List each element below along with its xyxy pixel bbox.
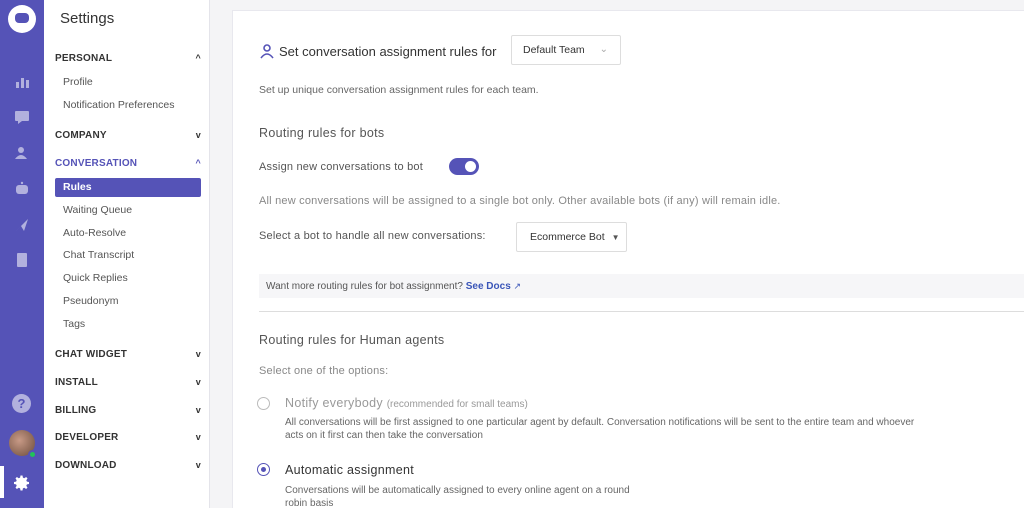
toggle-knob — [465, 161, 476, 172]
docs-icon[interactable] — [12, 250, 32, 270]
chevron-down-icon: v — [195, 405, 201, 415]
notify-everybody-desc-1: All conversations will be first assigned… — [285, 417, 915, 428]
help-icon[interactable]: ? — [12, 394, 31, 413]
sidebar-item-auto-resolve[interactable]: Auto-Resolve — [55, 224, 201, 243]
section-chat-widget[interactable]: CHAT WIDGET v — [55, 345, 201, 363]
bots-heading: Routing rules for bots — [259, 126, 385, 140]
sidebar-item-waiting-queue[interactable]: Waiting Queue — [55, 201, 201, 220]
chevron-up-icon: ^ — [195, 158, 201, 168]
section-label: CONVERSATION — [55, 157, 138, 169]
chevron-down-icon: v — [195, 460, 201, 470]
human-agents-heading: Routing rules for Human agents — [259, 333, 445, 347]
section-label: CHAT WIDGET — [55, 348, 128, 360]
docs-hint-text: Want more routing rules for bot assignme… — [266, 281, 463, 292]
automatic-assignment-desc-1: Conversations will be automatically assi… — [285, 485, 630, 496]
sidebar-item-tags[interactable]: Tags — [55, 315, 201, 334]
automatic-assignment-radio[interactable] — [257, 463, 270, 476]
rules-panel: Set conversation assignment rules for De… — [232, 10, 1024, 508]
page-subtitle: Set up unique conversation assignment ru… — [259, 84, 539, 96]
settings-sidebar: Settings PERSONAL ^ Profile Notification… — [44, 0, 210, 508]
section-label: DEVELOPER — [55, 431, 119, 443]
section-label: DOWNLOAD — [55, 459, 117, 471]
notify-everybody-desc-2: acts on it first can then take the conve… — [285, 430, 483, 441]
sidebar-item-quick-replies[interactable]: Quick Replies — [55, 269, 201, 288]
sidebar-item-chat-transcript[interactable]: Chat Transcript — [55, 246, 201, 265]
icon-rail: ? — [0, 0, 44, 508]
active-indicator — [0, 466, 4, 498]
bot-select-value: Ecommerce Bot — [530, 231, 605, 243]
sidebar-item-rules[interactable]: Rules — [55, 178, 201, 197]
select-bot-label: Select a bot to handle all new conversat… — [259, 230, 486, 242]
section-install[interactable]: INSTALL v — [55, 373, 201, 391]
divider — [259, 311, 1024, 312]
online-status-icon — [28, 450, 37, 459]
conversations-icon[interactable] — [12, 107, 32, 127]
notify-everybody-title: Notify everybody (recommended for small … — [285, 396, 528, 410]
section-label: COMPANY — [55, 129, 107, 141]
chevron-down-icon: ⌄ — [599, 44, 608, 55]
section-personal[interactable]: PERSONAL ^ — [55, 49, 201, 67]
section-label: BILLING — [55, 404, 97, 416]
section-billing[interactable]: BILLING v — [55, 401, 201, 419]
select-option-label: Select one of the options: — [259, 365, 389, 377]
app-logo-icon[interactable] — [8, 5, 36, 33]
external-link-icon: ↗ — [513, 281, 522, 291]
automatic-assignment-title: Automatic assignment — [285, 463, 414, 477]
sidebar-item-profile[interactable]: Profile — [55, 73, 201, 92]
reports-icon[interactable] — [12, 72, 32, 92]
chevron-down-icon: v — [195, 349, 201, 359]
chevron-down-icon: v — [195, 432, 201, 442]
section-download[interactable]: DOWNLOAD v — [55, 456, 201, 474]
page-title: Set conversation assignment rules for — [259, 43, 497, 59]
team-select[interactable]: Default Team ⌄ — [511, 35, 621, 65]
option-note: (recommended for small teams) — [386, 399, 528, 410]
bot-icon[interactable] — [12, 179, 32, 199]
chevron-up-icon: ^ — [195, 53, 201, 63]
page-title-text: Set conversation assignment rules for — [279, 43, 497, 59]
docs-hint: Want more routing rules for bot assignme… — [259, 274, 1024, 298]
campaign-icon[interactable] — [12, 215, 32, 235]
bot-select[interactable]: Ecommerce Bot ▼ — [516, 222, 627, 252]
assign-to-bot-label: Assign new conversations to bot — [259, 161, 423, 173]
users-icon[interactable] — [12, 143, 32, 163]
settings-gear-icon[interactable] — [13, 474, 31, 492]
team-select-value: Default Team — [523, 44, 585, 56]
sidebar-item-pseudonym[interactable]: Pseudonym — [55, 292, 201, 311]
notify-everybody-radio[interactable] — [257, 397, 270, 410]
section-label: INSTALL — [55, 376, 98, 388]
chevron-down-icon: v — [195, 377, 201, 387]
automatic-assignment-desc-2: robin basis — [285, 498, 334, 508]
assignment-rules-icon — [260, 44, 274, 59]
option-title-text: Notify everybody — [285, 396, 383, 410]
section-conversation[interactable]: CONVERSATION ^ — [55, 154, 201, 172]
bots-info-text: All new conversations will be assigned t… — [259, 195, 781, 207]
sidebar-title: Settings — [60, 10, 115, 27]
section-label: PERSONAL — [55, 52, 113, 64]
section-company[interactable]: COMPANY v — [55, 126, 201, 144]
chevron-down-icon: v — [195, 130, 201, 140]
see-docs-link[interactable]: See Docs — [466, 281, 511, 292]
section-developer[interactable]: DEVELOPER v — [55, 428, 201, 446]
caret-down-icon: ▼ — [611, 233, 620, 242]
assign-to-bot-toggle[interactable] — [449, 158, 479, 175]
sidebar-item-notification-preferences[interactable]: Notification Preferences — [55, 96, 201, 115]
